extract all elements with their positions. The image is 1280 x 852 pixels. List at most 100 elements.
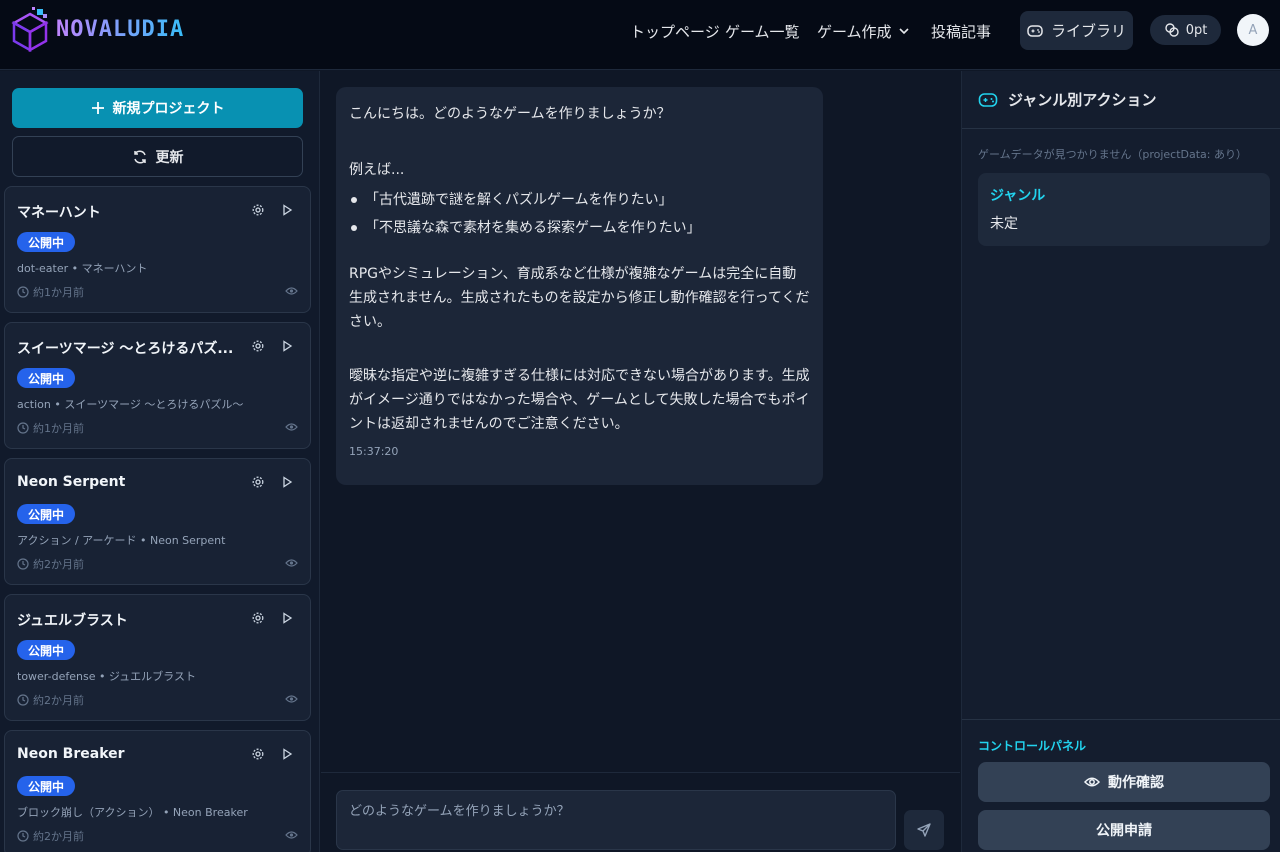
play-icon[interactable] [280, 747, 294, 761]
gear-icon[interactable] [251, 339, 265, 353]
message-example-intro: 例えば... [349, 162, 405, 178]
time-text: 約2か月前 [33, 694, 84, 707]
new-project-button[interactable]: 新規プロジェクト [12, 88, 303, 128]
nav-label: トップページ [630, 22, 720, 41]
project-time: 約2か月前 [17, 692, 84, 708]
status-badge: 公開中 [17, 640, 75, 660]
project-title: マネーハント [17, 205, 101, 221]
preview-label: 動作確認 [1108, 775, 1164, 791]
project-time: 約1か月前 [17, 284, 84, 300]
clock-icon [17, 830, 29, 842]
time-text: 約1か月前 [33, 422, 84, 435]
refresh-label: 更新 [155, 149, 184, 166]
coins-icon [1164, 23, 1179, 37]
nav-game-list[interactable]: ゲーム一覧 [725, 0, 800, 62]
genre-box: ジャンル 未定 [978, 173, 1270, 246]
chat-input-bar: どのようなゲームを作りましょうか？ [321, 772, 960, 852]
eye-icon [285, 287, 298, 295]
message-note: RPGやシミュレーション、育成系など仕様が複雑なゲームは完全に自動生成されません… [349, 266, 810, 330]
cube-logo-icon [11, 7, 49, 52]
nav-label: ゲーム一覧 [725, 22, 800, 41]
chat-input[interactable]: どのようなゲームを作りましょうか？ [336, 790, 896, 850]
project-subtitle: ブロック崩し（アクション） • Neon Breaker [17, 806, 248, 819]
project-title: Neon Serpent [17, 474, 126, 490]
genre-label: ジャンル [990, 188, 1046, 204]
project-title: スイーツマージ ～とろけるパズ... [17, 341, 234, 357]
logo[interactable]: NOVALUDIA [10, 6, 184, 52]
publish-label: 公開申請 [1096, 823, 1152, 839]
project-card[interactable]: マネーハント 公開中 dot-eater • マネーハント 約1か月前 [4, 186, 311, 313]
preview-button[interactable]: 動作確認 [978, 762, 1270, 802]
plus-icon [91, 102, 104, 114]
library-label: ライブラリ [1050, 22, 1126, 40]
gear-icon[interactable] [251, 475, 265, 489]
nav-label: ゲーム作成 [817, 22, 892, 41]
project-subtitle: dot-eater • マネーハント [17, 262, 148, 275]
genre-action-header: ジャンル別アクション [962, 71, 1280, 129]
status-badge: 公開中 [17, 232, 75, 252]
clock-icon [17, 286, 29, 298]
project-time: 約1か月前 [17, 420, 84, 436]
eye-icon [285, 831, 298, 839]
gear-icon[interactable] [251, 611, 265, 625]
status-badge: 公開中 [17, 504, 75, 524]
new-project-label: 新規プロジェクト [112, 101, 225, 117]
project-time: 約2か月前 [17, 556, 84, 572]
eye-icon [285, 559, 298, 567]
nav-label: 投稿記事 [931, 22, 992, 41]
nav-top-page[interactable]: トップページ [630, 0, 720, 62]
message-example-item: 「不思議な森で素材を集める探索ゲームを作りたい」 [349, 216, 810, 240]
refresh-button[interactable]: 更新 [12, 136, 303, 177]
play-icon[interactable] [280, 203, 294, 217]
eye-icon [1084, 777, 1100, 787]
nav-game-create[interactable]: ゲーム作成 [817, 0, 910, 62]
project-subtitle: アクション / アーケード • Neon Serpent [17, 534, 226, 547]
top-header: NOVALUDIA トップページ ゲーム一覧 ゲーム作成 投稿記事 ライブラリ … [0, 0, 1280, 70]
time-text: 約1か月前 [33, 286, 84, 299]
clock-icon [17, 558, 29, 570]
send-icon [917, 823, 931, 837]
status-badge: 公開中 [17, 368, 75, 388]
play-icon[interactable] [280, 339, 294, 353]
points-label: 0pt [1185, 22, 1208, 38]
control-panel-label: コントロールパネル [978, 739, 1087, 753]
nav-articles[interactable]: 投稿記事 [931, 0, 991, 62]
message-greeting: こんにちは。どのようなゲームを作りましょうか？ [349, 106, 671, 122]
example-text: 「不思議な森で素材を集める探索ゲームを作りたい」 [365, 220, 701, 236]
chevron-down-icon [898, 28, 909, 35]
project-subtitle: action • スイーツマージ ～とろけるパズル～ [17, 398, 244, 411]
logo-text: NOVALUDIA [56, 16, 185, 42]
eye-icon [285, 695, 298, 703]
control-panel: コントロールパネル 動作確認 公開申請 [962, 719, 1280, 852]
gear-icon[interactable] [251, 747, 265, 761]
gear-icon[interactable] [251, 203, 265, 217]
library-button[interactable]: ライブラリ [1020, 11, 1133, 50]
refresh-icon [133, 149, 146, 164]
project-card[interactable]: ジュエルブラスト 公開中 tower-defense • ジュエルブラスト 約2… [4, 594, 311, 721]
project-card[interactable]: スイーツマージ ～とろけるパズ... 公開中 action • スイーツマージ … [4, 322, 311, 449]
play-icon[interactable] [280, 475, 294, 489]
clock-icon [17, 422, 29, 434]
publish-request-button[interactable]: 公開申請 [978, 810, 1270, 850]
genre-value: 未定 [990, 216, 1018, 232]
project-sidebar: 新規プロジェクト 更新 マネーハント 公開中 dot-eater • マネーハン… [0, 71, 320, 852]
send-button[interactable] [904, 810, 944, 850]
status-badge: 公開中 [17, 776, 75, 796]
project-card[interactable]: Neon Breaker 公開中 ブロック崩し（アクション） • Neon Br… [4, 730, 311, 852]
message-timestamp: 15:37:20 [349, 445, 399, 458]
no-data-message: ゲームデータが見つかりません（projectData: あり） [978, 148, 1247, 161]
project-subtitle: tower-defense • ジュエルブラスト [17, 670, 196, 683]
clock-icon [17, 694, 29, 706]
avatar[interactable]: A [1237, 14, 1269, 46]
points-button[interactable]: 0pt [1150, 15, 1221, 45]
project-time: 約2か月前 [17, 828, 84, 844]
right-panel: ジャンル別アクション ゲームデータが見つかりません（projectData: あ… [961, 71, 1280, 852]
eye-icon [285, 423, 298, 431]
project-title: Neon Breaker [17, 746, 125, 762]
example-text: 「古代遺跡で謎を解くパズルゲームを作りたい」 [365, 192, 673, 208]
assistant-message: こんにちは。どのようなゲームを作りましょうか？ 例えば... 「古代遺跡で謎を解… [336, 87, 823, 485]
gamepad-icon [978, 92, 998, 107]
time-text: 約2か月前 [33, 558, 84, 571]
play-icon[interactable] [280, 611, 294, 625]
project-card[interactable]: Neon Serpent 公開中 アクション / アーケード • Neon Se… [4, 458, 311, 585]
